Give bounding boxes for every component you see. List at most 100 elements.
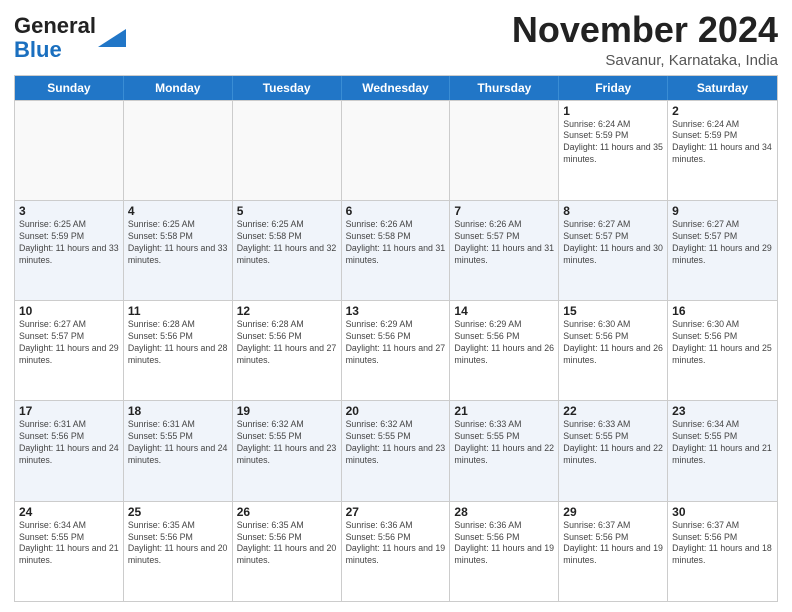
header: General Blue November 2024 Savanur, Karn… — [14, 10, 778, 69]
day-info: Sunrise: 6:32 AMSunset: 5:55 PMDaylight:… — [237, 419, 337, 467]
day-info: Sunrise: 6:34 AMSunset: 5:55 PMDaylight:… — [672, 419, 773, 467]
calendar-cell-4-3: 27Sunrise: 6:36 AMSunset: 5:56 PMDayligh… — [342, 502, 451, 601]
day-info: Sunrise: 6:30 AMSunset: 5:56 PMDaylight:… — [672, 319, 773, 367]
calendar-cell-0-2 — [233, 101, 342, 200]
day-number: 3 — [19, 204, 119, 218]
day-info: Sunrise: 6:33 AMSunset: 5:55 PMDaylight:… — [563, 419, 663, 467]
calendar-cell-4-4: 28Sunrise: 6:36 AMSunset: 5:56 PMDayligh… — [450, 502, 559, 601]
calendar-cell-3-3: 20Sunrise: 6:32 AMSunset: 5:55 PMDayligh… — [342, 401, 451, 500]
day-number: 19 — [237, 404, 337, 418]
calendar-cell-0-1 — [124, 101, 233, 200]
header-thursday: Thursday — [450, 76, 559, 100]
calendar-cell-0-0 — [15, 101, 124, 200]
calendar-row-3: 17Sunrise: 6:31 AMSunset: 5:56 PMDayligh… — [15, 400, 777, 500]
calendar-cell-2-4: 14Sunrise: 6:29 AMSunset: 5:56 PMDayligh… — [450, 301, 559, 400]
day-info: Sunrise: 6:24 AMSunset: 5:59 PMDaylight:… — [563, 119, 663, 167]
calendar-cell-0-6: 2Sunrise: 6:24 AMSunset: 5:59 PMDaylight… — [668, 101, 777, 200]
day-info: Sunrise: 6:31 AMSunset: 5:56 PMDaylight:… — [19, 419, 119, 467]
day-number: 11 — [128, 304, 228, 318]
day-info: Sunrise: 6:29 AMSunset: 5:56 PMDaylight:… — [454, 319, 554, 367]
day-info: Sunrise: 6:25 AMSunset: 5:58 PMDaylight:… — [237, 219, 337, 267]
header-tuesday: Tuesday — [233, 76, 342, 100]
header-monday: Monday — [124, 76, 233, 100]
logo-blue: Blue — [14, 37, 62, 62]
calendar-cell-4-0: 24Sunrise: 6:34 AMSunset: 5:55 PMDayligh… — [15, 502, 124, 601]
calendar-cell-4-1: 25Sunrise: 6:35 AMSunset: 5:56 PMDayligh… — [124, 502, 233, 601]
day-number: 4 — [128, 204, 228, 218]
calendar-cell-2-2: 12Sunrise: 6:28 AMSunset: 5:56 PMDayligh… — [233, 301, 342, 400]
day-info: Sunrise: 6:31 AMSunset: 5:55 PMDaylight:… — [128, 419, 228, 467]
page: General Blue November 2024 Savanur, Karn… — [0, 0, 792, 612]
day-number: 8 — [563, 204, 663, 218]
day-info: Sunrise: 6:27 AMSunset: 5:57 PMDaylight:… — [563, 219, 663, 267]
day-number: 20 — [346, 404, 446, 418]
day-number: 21 — [454, 404, 554, 418]
day-number: 24 — [19, 505, 119, 519]
calendar-cell-1-1: 4Sunrise: 6:25 AMSunset: 5:58 PMDaylight… — [124, 201, 233, 300]
day-info: Sunrise: 6:28 AMSunset: 5:56 PMDaylight:… — [237, 319, 337, 367]
calendar-cell-3-6: 23Sunrise: 6:34 AMSunset: 5:55 PMDayligh… — [668, 401, 777, 500]
day-number: 26 — [237, 505, 337, 519]
day-info: Sunrise: 6:24 AMSunset: 5:59 PMDaylight:… — [672, 119, 773, 167]
logo-icon — [98, 29, 126, 47]
calendar-cell-4-2: 26Sunrise: 6:35 AMSunset: 5:56 PMDayligh… — [233, 502, 342, 601]
calendar-cell-1-4: 7Sunrise: 6:26 AMSunset: 5:57 PMDaylight… — [450, 201, 559, 300]
day-info: Sunrise: 6:36 AMSunset: 5:56 PMDaylight:… — [346, 520, 446, 568]
day-info: Sunrise: 6:30 AMSunset: 5:56 PMDaylight:… — [563, 319, 663, 367]
day-info: Sunrise: 6:25 AMSunset: 5:58 PMDaylight:… — [128, 219, 228, 267]
title-block: November 2024 Savanur, Karnataka, India — [512, 10, 778, 69]
day-number: 29 — [563, 505, 663, 519]
day-number: 5 — [237, 204, 337, 218]
day-number: 27 — [346, 505, 446, 519]
day-number: 6 — [346, 204, 446, 218]
calendar-cell-3-4: 21Sunrise: 6:33 AMSunset: 5:55 PMDayligh… — [450, 401, 559, 500]
calendar-cell-3-5: 22Sunrise: 6:33 AMSunset: 5:55 PMDayligh… — [559, 401, 668, 500]
calendar: Sunday Monday Tuesday Wednesday Thursday… — [14, 75, 778, 602]
calendar-cell-1-2: 5Sunrise: 6:25 AMSunset: 5:58 PMDaylight… — [233, 201, 342, 300]
calendar-cell-2-1: 11Sunrise: 6:28 AMSunset: 5:56 PMDayligh… — [124, 301, 233, 400]
day-info: Sunrise: 6:33 AMSunset: 5:55 PMDaylight:… — [454, 419, 554, 467]
day-number: 23 — [672, 404, 773, 418]
header-sunday: Sunday — [15, 76, 124, 100]
month-title: November 2024 — [512, 10, 778, 50]
calendar-row-4: 24Sunrise: 6:34 AMSunset: 5:55 PMDayligh… — [15, 501, 777, 601]
day-number: 14 — [454, 304, 554, 318]
day-number: 1 — [563, 104, 663, 118]
calendar-cell-3-1: 18Sunrise: 6:31 AMSunset: 5:55 PMDayligh… — [124, 401, 233, 500]
day-info: Sunrise: 6:37 AMSunset: 5:56 PMDaylight:… — [563, 520, 663, 568]
calendar-row-0: 1Sunrise: 6:24 AMSunset: 5:59 PMDaylight… — [15, 100, 777, 200]
calendar-cell-2-0: 10Sunrise: 6:27 AMSunset: 5:57 PMDayligh… — [15, 301, 124, 400]
day-number: 2 — [672, 104, 773, 118]
logo-text: General Blue — [14, 14, 96, 62]
header-friday: Friday — [559, 76, 668, 100]
header-wednesday: Wednesday — [342, 76, 451, 100]
day-number: 12 — [237, 304, 337, 318]
day-number: 30 — [672, 505, 773, 519]
calendar-header: Sunday Monday Tuesday Wednesday Thursday… — [15, 76, 777, 100]
calendar-cell-1-0: 3Sunrise: 6:25 AMSunset: 5:59 PMDaylight… — [15, 201, 124, 300]
day-info: Sunrise: 6:37 AMSunset: 5:56 PMDaylight:… — [672, 520, 773, 568]
logo-general: General — [14, 13, 96, 38]
day-info: Sunrise: 6:32 AMSunset: 5:55 PMDaylight:… — [346, 419, 446, 467]
calendar-cell-2-3: 13Sunrise: 6:29 AMSunset: 5:56 PMDayligh… — [342, 301, 451, 400]
calendar-cell-3-0: 17Sunrise: 6:31 AMSunset: 5:56 PMDayligh… — [15, 401, 124, 500]
day-info: Sunrise: 6:27 AMSunset: 5:57 PMDaylight:… — [672, 219, 773, 267]
day-info: Sunrise: 6:26 AMSunset: 5:57 PMDaylight:… — [454, 219, 554, 267]
day-number: 13 — [346, 304, 446, 318]
day-number: 17 — [19, 404, 119, 418]
calendar-cell-1-5: 8Sunrise: 6:27 AMSunset: 5:57 PMDaylight… — [559, 201, 668, 300]
day-number: 9 — [672, 204, 773, 218]
day-info: Sunrise: 6:34 AMSunset: 5:55 PMDaylight:… — [19, 520, 119, 568]
calendar-cell-1-3: 6Sunrise: 6:26 AMSunset: 5:58 PMDaylight… — [342, 201, 451, 300]
day-info: Sunrise: 6:25 AMSunset: 5:59 PMDaylight:… — [19, 219, 119, 267]
calendar-row-1: 3Sunrise: 6:25 AMSunset: 5:59 PMDaylight… — [15, 200, 777, 300]
day-number: 22 — [563, 404, 663, 418]
day-number: 18 — [128, 404, 228, 418]
day-info: Sunrise: 6:35 AMSunset: 5:56 PMDaylight:… — [237, 520, 337, 568]
day-number: 10 — [19, 304, 119, 318]
day-info: Sunrise: 6:27 AMSunset: 5:57 PMDaylight:… — [19, 319, 119, 367]
location: Savanur, Karnataka, India — [512, 52, 778, 69]
calendar-cell-0-4 — [450, 101, 559, 200]
day-info: Sunrise: 6:36 AMSunset: 5:56 PMDaylight:… — [454, 520, 554, 568]
calendar-cell-0-3 — [342, 101, 451, 200]
